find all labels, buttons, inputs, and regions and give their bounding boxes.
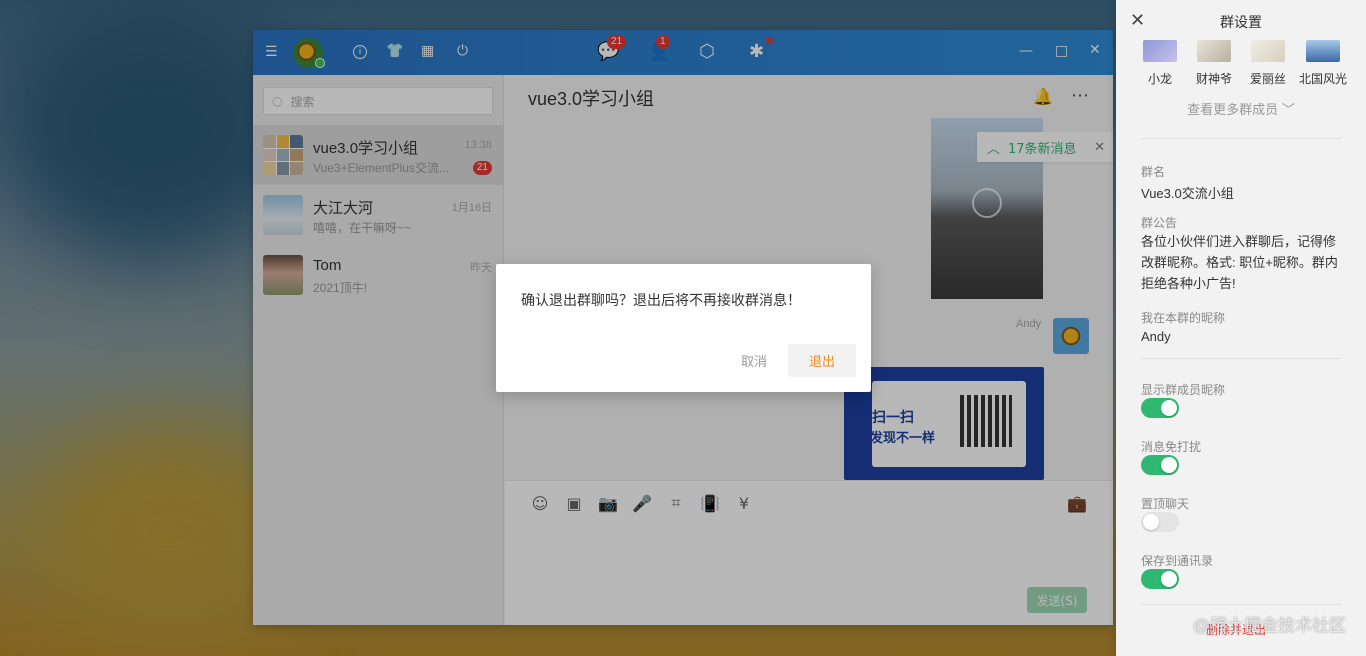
cancel-button[interactable]: 取消: [728, 344, 780, 377]
divider: [1141, 358, 1341, 359]
mute-toggle[interactable]: [1141, 455, 1179, 475]
member-avatar: [1251, 40, 1285, 62]
divider: [1141, 138, 1341, 139]
show-nickname-toggle[interactable]: [1141, 398, 1179, 418]
nickname-label: 我在本群的昵称: [1141, 311, 1226, 325]
group-settings-panel: ✕ 群设置 小龙 财神爷 爱丽丝 北国风光 查看更多群成员 ﹀ 群名 Vue3.…: [1116, 0, 1366, 656]
member-name: 小龙: [1147, 72, 1172, 86]
nickname-value[interactable]: Andy: [1141, 329, 1171, 344]
panel-title: 群设置: [1220, 14, 1262, 30]
member-avatar: [1306, 40, 1340, 62]
confirm-dialog: 确认退出群聊吗？退出后将不再接收群消息！ 取消 退出: [496, 264, 871, 392]
member-name: 财神爷: [1195, 72, 1232, 86]
chevron-down-icon: ﹀: [1281, 102, 1295, 117]
setting-label: 置顶聊天: [1141, 497, 1190, 511]
member-item[interactable]: 财神爷: [1187, 40, 1241, 87]
divider: [1141, 604, 1341, 605]
member-avatar: [1197, 40, 1231, 62]
dialog-message: 确认退出群聊吗？退出后将不再接收群消息！: [521, 292, 801, 308]
more-members-label: 查看更多群成员: [1187, 102, 1279, 117]
member-avatar: [1143, 40, 1177, 62]
exit-button[interactable]: 退出: [788, 344, 856, 377]
setting-label: 消息免打扰: [1141, 440, 1202, 454]
more-members-link[interactable]: 查看更多群成员 ﹀: [1116, 99, 1366, 118]
notice-label: 群公告: [1141, 216, 1178, 230]
setting-label: 保存到通讯录: [1141, 554, 1214, 568]
member-item[interactable]: 爱丽丝: [1241, 40, 1295, 87]
member-name: 北国风光: [1298, 72, 1347, 86]
member-item[interactable]: 北国风光: [1296, 40, 1350, 87]
member-name: 爱丽丝: [1249, 72, 1286, 86]
pin-chat-toggle[interactable]: [1141, 512, 1179, 532]
watermark: @稀土掘金技术社区: [1192, 616, 1346, 635]
member-item[interactable]: 小龙: [1133, 40, 1187, 87]
group-name-value[interactable]: Vue3.0交流小组: [1141, 183, 1234, 202]
notice-value[interactable]: 各位小伙伴们进入群聊后，记得修改群昵称。格式: 职位+昵称。群内拒绝各种小广告!: [1141, 231, 1346, 294]
setting-label: 显示群成员昵称: [1141, 383, 1226, 397]
group-name-label: 群名: [1141, 165, 1166, 179]
save-contacts-toggle[interactable]: [1141, 569, 1179, 589]
